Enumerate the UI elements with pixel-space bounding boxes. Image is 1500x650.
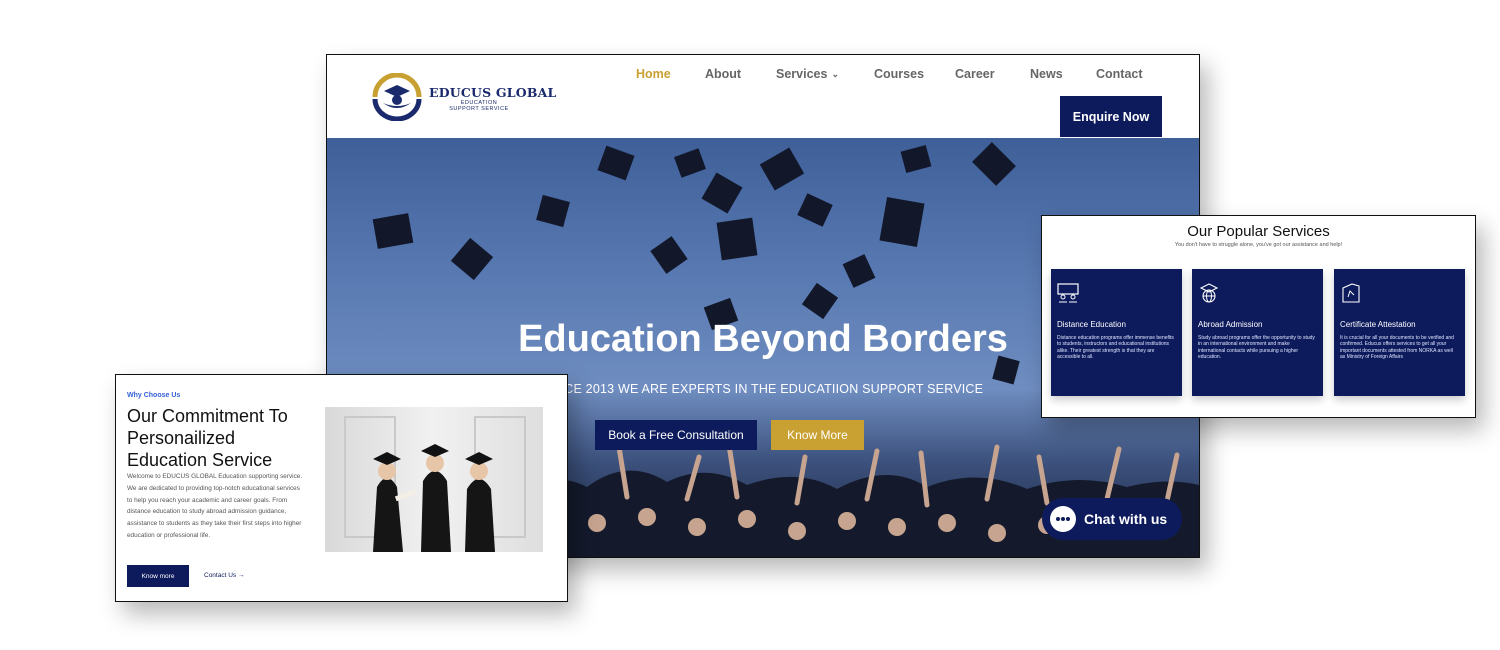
- service-card-title: Certificate Attestation: [1340, 320, 1416, 329]
- services-screenshot: Our Popular Services You don't have to s…: [1041, 215, 1476, 418]
- service-card-description: Study abroad programs offer the opportun…: [1198, 335, 1315, 361]
- globe-graduation-icon: [1199, 283, 1219, 303]
- certificate-icon: [1342, 283, 1360, 303]
- chevron-down-icon: ⌄: [831, 69, 839, 79]
- cap-shape: [759, 147, 805, 191]
- cap-shape: [801, 282, 839, 320]
- service-card-certificate-attestation[interactable]: Certificate Attestation It is crucial fo…: [1334, 269, 1465, 396]
- brand-name: EDUCUS GLOBAL: [429, 85, 557, 100]
- cap-shape: [701, 172, 743, 214]
- classroom-icon: [1057, 283, 1079, 303]
- chat-bubble-icon: [1050, 506, 1076, 532]
- service-card-abroad-admission[interactable]: Abroad Admission Study abroad programs o…: [1192, 269, 1323, 396]
- cap-shape: [842, 254, 876, 288]
- cap-shape: [597, 145, 635, 181]
- book-consultation-button[interactable]: Book a Free Consultation: [595, 420, 757, 450]
- brand-tagline: EDUCATION SUPPORT SERVICE: [449, 100, 509, 112]
- section-title: Our Commitment To Personailized Educatio…: [127, 406, 288, 470]
- service-card-distance-education[interactable]: Distance Education Distance education pr…: [1051, 269, 1182, 396]
- cap-shape: [372, 213, 414, 249]
- nav-news[interactable]: News: [1030, 67, 1063, 81]
- site-header: EDUCUS GLOBAL EDUCATION SUPPORT SERVICE …: [327, 55, 1199, 138]
- service-card-description: Distance education programs offer immens…: [1057, 335, 1174, 361]
- know-more-button[interactable]: Know more: [127, 565, 189, 587]
- service-card-title: Distance Education: [1057, 320, 1126, 329]
- chat-widget-button[interactable]: Chat with us: [1042, 498, 1182, 540]
- know-more-button[interactable]: Know More: [771, 420, 864, 450]
- cap-shape: [450, 237, 494, 281]
- cap-shape: [650, 236, 688, 274]
- graduates-illustration: [344, 416, 526, 552]
- service-card-description: It is crucial for all your documents to …: [1340, 335, 1454, 361]
- cap-shape: [900, 145, 932, 173]
- cap-shape: [674, 148, 706, 178]
- cap-shape: [972, 142, 1016, 186]
- nav-services-label: Services: [776, 67, 828, 81]
- cap-shape: [716, 217, 758, 261]
- contact-us-label: Contact Us: [204, 572, 237, 579]
- nav-services[interactable]: Services ⌄: [776, 67, 839, 81]
- nav-career[interactable]: Career: [955, 67, 995, 81]
- service-card-title: Abroad Admission: [1198, 320, 1263, 329]
- section-body: Welcome to EDUCUS GLOBAL Education suppo…: [127, 473, 303, 539]
- enquire-now-button[interactable]: Enquire Now: [1060, 96, 1162, 137]
- graduates-photo: [325, 407, 543, 552]
- logo-mark-icon: [372, 73, 422, 121]
- cap-shape: [797, 193, 833, 227]
- services-subtitle: You don't have to struggle alone, you've…: [1174, 242, 1343, 248]
- section-kicker: Why Choose Us: [127, 392, 181, 399]
- nav-contact[interactable]: Contact: [1096, 67, 1143, 81]
- why-choose-screenshot: Why Choose Us Our Commitment To Personai…: [115, 374, 568, 602]
- brand-logo[interactable]: EDUCUS GLOBAL EDUCATION SUPPORT SERVICE: [371, 73, 556, 121]
- cap-shape: [536, 194, 570, 228]
- contact-us-link[interactable]: Contact Us →: [204, 572, 244, 579]
- arrow-right-icon: →: [237, 572, 245, 579]
- nav-courses[interactable]: Courses: [874, 67, 924, 81]
- nav-about[interactable]: About: [705, 67, 741, 81]
- cap-shape: [879, 197, 925, 247]
- services-title: Our Popular Services: [1187, 223, 1330, 240]
- chat-label: Chat with us: [1084, 511, 1168, 527]
- nav-home[interactable]: Home: [636, 67, 671, 81]
